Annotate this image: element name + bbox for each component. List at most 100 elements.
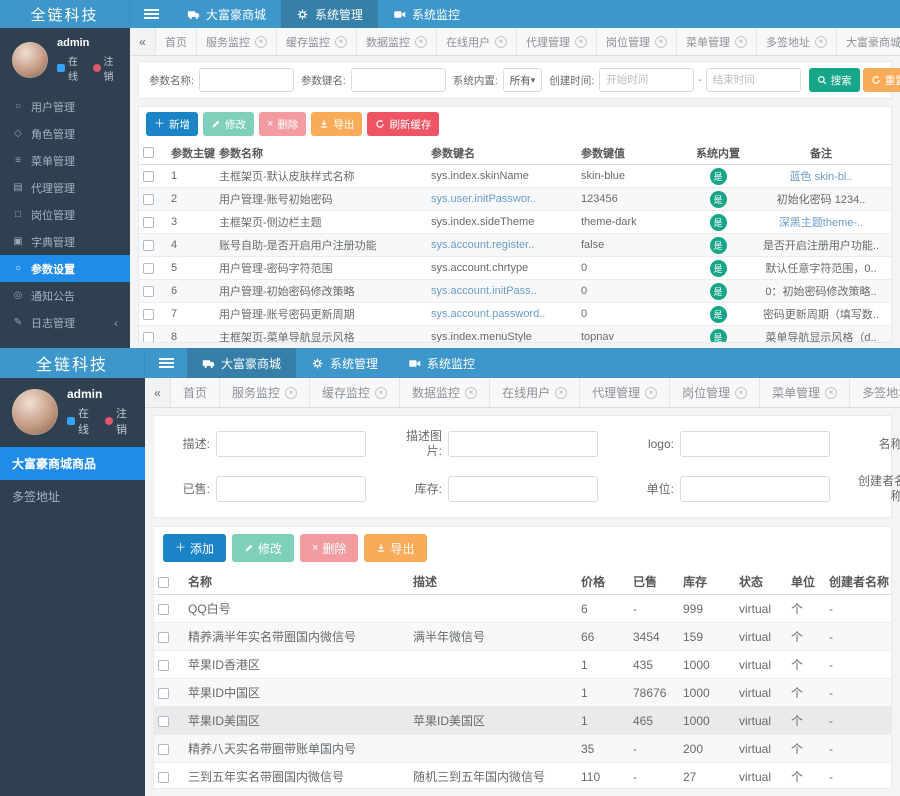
tab[interactable]: 菜单管理 × (677, 28, 757, 55)
sidebar-menu-item[interactable]: ○ 参数设置 (0, 255, 130, 282)
sidebar-menu-item[interactable]: ▤ 代理管理 (0, 174, 130, 201)
logout-link[interactable]: 注销 (116, 405, 135, 437)
delete-button[interactable]: ×删除 (300, 534, 358, 562)
refresh-cache-button[interactable]: 刷新缓存 (367, 112, 439, 136)
sidebar-menu-item[interactable]: ◎ 通知公告 (0, 282, 130, 309)
tab[interactable]: 代理管理 × (580, 378, 670, 407)
row-checkbox[interactable] (143, 263, 154, 274)
start-time-input[interactable] (599, 68, 694, 92)
nav-item-system-manage[interactable]: 系统管理 (281, 0, 378, 28)
tab[interactable]: 首页 × (156, 28, 197, 55)
tab-close-icon[interactable]: × (495, 36, 507, 48)
table-row[interactable]: 6 用户管理-初始密码修改策略 sys.account.initPass.. 0… (139, 280, 891, 303)
export-button[interactable]: 导出 (311, 112, 362, 136)
tab-close-icon[interactable]: × (465, 387, 477, 399)
tab[interactable]: 岗位管理 × (597, 28, 677, 55)
table-row[interactable]: QQ白号 6 - 999 virtual 个 - 20 (154, 595, 891, 623)
export-button[interactable]: 导出 (364, 534, 426, 562)
add-button[interactable]: ＋添加 (163, 534, 226, 562)
tab[interactable]: 多签地址 × (850, 378, 900, 407)
tab-close-icon[interactable]: × (735, 36, 747, 48)
row-checkbox[interactable] (158, 772, 169, 783)
sidebar-menu-item[interactable]: 多签地址 (0, 480, 145, 513)
row-checkbox[interactable] (158, 604, 169, 615)
end-time-input[interactable] (706, 68, 801, 92)
nav-item-mall[interactable]: 大富豪商城 (187, 348, 296, 378)
tab-close-icon[interactable]: × (255, 36, 267, 48)
table-row[interactable]: 8 主框架页-菜单导航显示风格 sys.index.menuStyle topn… (139, 326, 891, 343)
nav-item-system-manage[interactable]: 系统管理 (296, 348, 393, 378)
table-row[interactable]: 4 账号自助-是否开启用户注册功能 sys.account.register..… (139, 234, 891, 257)
nav-item-system-monitor[interactable]: 系统监控 (393, 348, 490, 378)
table-row[interactable]: 苹果ID香港区 1 435 1000 virtual 个 - 20 (154, 651, 891, 679)
row-checkbox[interactable] (143, 194, 154, 205)
tab[interactable]: 大富豪商城商品 × (837, 28, 900, 55)
delete-button[interactable]: ×删除 (259, 112, 306, 136)
param-name-input[interactable] (199, 68, 294, 92)
table-row[interactable]: 三到五年实名带圈国内微信号 随机三到五年国内微信号 110 - 27 virtu… (154, 763, 891, 789)
tab[interactable]: 缓存监控 × (277, 28, 357, 55)
row-checkbox[interactable] (158, 716, 169, 727)
sidebar-toggle-button[interactable] (130, 0, 172, 28)
nav-item-mall[interactable]: 大富豪商城 (172, 0, 281, 28)
tab-close-icon[interactable]: × (575, 36, 587, 48)
tab-close-icon[interactable]: × (645, 387, 657, 399)
tab-close-icon[interactable]: × (825, 387, 837, 399)
tab-close-icon[interactable]: × (375, 387, 387, 399)
sidebar-toggle-button[interactable] (145, 348, 187, 378)
reset-button[interactable]: 重置 (863, 68, 900, 92)
sidebar-menu-item[interactable]: ▣ 字典管理 (0, 228, 130, 255)
tabs-scroll-left-button[interactable]: « (145, 378, 171, 407)
row-checkbox[interactable] (143, 217, 154, 228)
tab[interactable]: 数据监控 × (357, 28, 437, 55)
table-row[interactable]: 苹果ID美国区 苹果ID美国区 1 465 1000 virtual 个 - 2 (154, 707, 891, 735)
tab[interactable]: 在线用户 × (437, 28, 517, 55)
tab[interactable]: 服务监控 × (197, 28, 277, 55)
logout-link[interactable]: 注销 (104, 53, 121, 83)
row-checkbox[interactable] (143, 332, 154, 343)
tab-close-icon[interactable]: × (815, 36, 827, 48)
sidebar-menu-item[interactable]: ≡ 菜单管理 (0, 147, 130, 174)
edit-button[interactable]: 修改 (203, 112, 254, 136)
table-row[interactable]: 1 主框架页-默认皮肤样式名称 sys.index.skinName skin-… (139, 165, 891, 188)
stock-input[interactable] (448, 476, 598, 502)
sidebar-menu-item[interactable]: □ 岗位管理 (0, 201, 130, 228)
builtin-select[interactable]: 所有 ▾ (503, 68, 543, 92)
add-button[interactable]: ＋新增 (146, 112, 198, 136)
select-all-checkbox[interactable] (158, 577, 169, 588)
tab-close-icon[interactable]: × (735, 387, 747, 399)
row-checkbox[interactable] (143, 240, 154, 251)
table-row[interactable]: 精养满半年实名带圈国内微信号 满半年微信号 66 3454 159 virtua… (154, 623, 891, 651)
tab[interactable]: 首页 × (171, 378, 220, 407)
row-checkbox[interactable] (158, 744, 169, 755)
select-all-checkbox[interactable] (143, 147, 154, 158)
tab[interactable]: 缓存监控 × (310, 378, 400, 407)
row-checkbox[interactable] (143, 286, 154, 297)
sidebar-menu-item[interactable]: ○ 用户管理 (0, 93, 130, 120)
param-key-input[interactable] (351, 68, 446, 92)
search-button[interactable]: 搜索 (809, 68, 860, 92)
table-row[interactable]: 2 用户管理-账号初始密码 sys.user.initPasswor.. 123… (139, 188, 891, 211)
desc-image-input[interactable] (448, 431, 598, 457)
row-checkbox[interactable] (143, 309, 154, 320)
table-row[interactable]: 精养八天实名带圈带账单国内号 35 - 200 virtual 个 - 20 (154, 735, 891, 763)
tab[interactable]: 岗位管理 × (670, 378, 760, 407)
tab[interactable]: 数据监控 × (400, 378, 490, 407)
sold-input[interactable] (216, 476, 366, 502)
table-row[interactable]: 苹果ID中国区 1 78676 1000 virtual 个 - 20 (154, 679, 891, 707)
table-row[interactable]: 5 用户管理-密码字符范围 sys.account.chrtype 0 是 默认… (139, 257, 891, 280)
table-row[interactable]: 7 用户管理-账号密码更新周期 sys.account.password.. 0… (139, 303, 891, 326)
sidebar-menu-item[interactable]: ✎ 日志管理 ‹ (0, 309, 130, 336)
edit-button[interactable]: 修改 (232, 534, 294, 562)
row-checkbox[interactable] (158, 632, 169, 643)
tab[interactable]: 服务监控 × (220, 378, 310, 407)
sidebar-menu-item[interactable]: 大富豪商城商品 (0, 447, 145, 480)
tab-close-icon[interactable]: × (415, 36, 427, 48)
tab[interactable]: 代理管理 × (517, 28, 597, 55)
tab[interactable]: 多签地址 × (757, 28, 837, 55)
unit-input[interactable] (680, 476, 830, 502)
nav-item-system-monitor[interactable]: 系统监控 (378, 0, 475, 28)
tab[interactable]: 在线用户 × (490, 378, 580, 407)
tab-close-icon[interactable]: × (655, 36, 667, 48)
sidebar-menu-item[interactable]: ◇ 角色管理 (0, 120, 130, 147)
